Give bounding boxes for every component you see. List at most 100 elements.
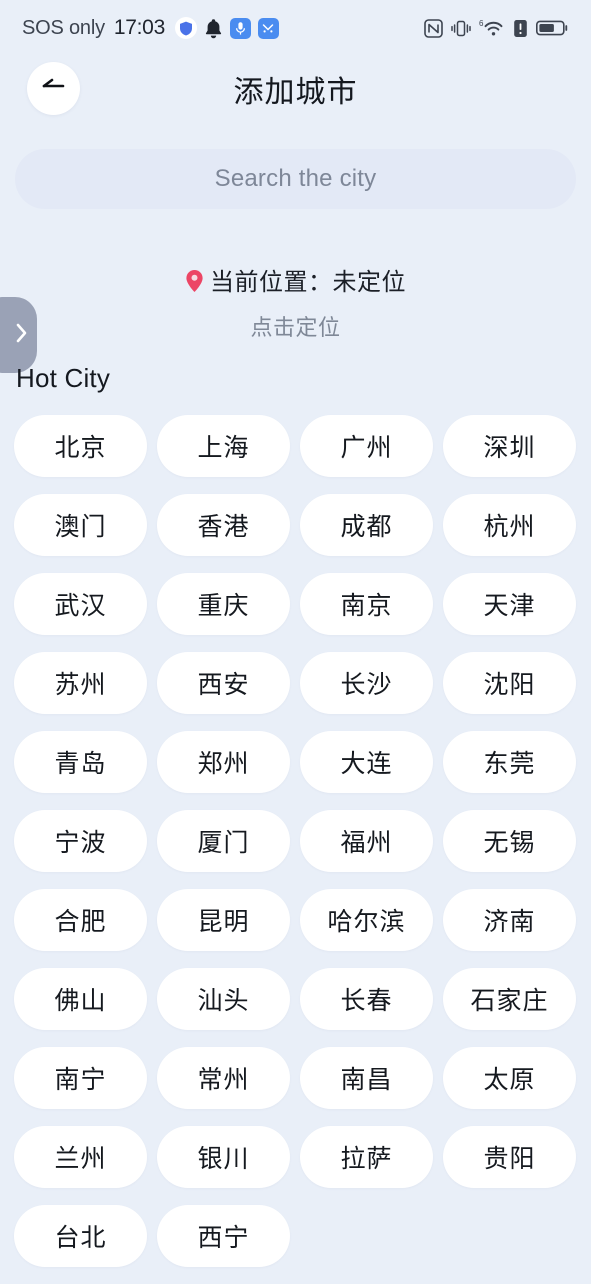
city-chip-label: 东莞 — [483, 750, 536, 778]
city-chip[interactable]: 广州 — [300, 415, 433, 477]
city-chip[interactable]: 银川 — [157, 1126, 290, 1188]
city-chip[interactable]: 哈尔滨 — [300, 889, 433, 951]
city-chip[interactable]: 深圳 — [443, 415, 576, 477]
city-chip-label: 厦门 — [197, 829, 250, 857]
city-chip[interactable]: 郑州 — [157, 731, 290, 793]
city-chip-label: 南宁 — [54, 1066, 107, 1094]
city-chip[interactable]: 福州 — [300, 810, 433, 872]
city-chip-label: 天津 — [483, 592, 536, 620]
shield-icon — [174, 17, 197, 39]
city-chip[interactable]: 拉萨 — [300, 1126, 433, 1188]
city-chip-label: 广州 — [340, 434, 393, 462]
city-chip[interactable]: 东莞 — [443, 731, 576, 793]
sim-alert-icon — [513, 19, 528, 38]
city-chip[interactable]: 昆明 — [157, 889, 290, 951]
search-placeholder: Search the city — [214, 165, 377, 192]
city-chip[interactable]: 成都 — [300, 494, 433, 556]
city-chip[interactable]: 北京 — [14, 415, 147, 477]
city-chip[interactable]: 重庆 — [157, 573, 290, 635]
city-chip[interactable]: 常州 — [157, 1047, 290, 1109]
carrier-label: SOS only — [22, 16, 105, 39]
nfc-icon — [424, 18, 443, 38]
city-chip-label: 南京 — [340, 592, 393, 620]
status-bar: SOS only 17:03 6 — [0, 0, 591, 56]
hot-city-heading: Hot City — [16, 363, 111, 393]
city-chip-label: 长春 — [340, 987, 393, 1015]
city-chip[interactable]: 无锡 — [443, 810, 576, 872]
map-pin-icon — [185, 269, 204, 293]
city-chip[interactable]: 大连 — [300, 731, 433, 793]
city-chip-label: 兰州 — [54, 1145, 107, 1173]
city-chip-label: 太原 — [483, 1066, 536, 1094]
city-chip[interactable]: 西宁 — [157, 1205, 290, 1267]
city-chip-label: 武汉 — [54, 592, 107, 620]
locate-link[interactable]: 点击定位 — [0, 310, 591, 342]
back-button[interactable] — [27, 62, 80, 115]
city-chip-label: 宁波 — [54, 829, 107, 857]
app-header: 添加城市 — [0, 56, 591, 130]
city-chip[interactable]: 苏州 — [14, 652, 147, 714]
microphone-icon — [229, 17, 251, 39]
city-chip[interactable]: 沈阳 — [443, 652, 576, 714]
city-chip-label: 香港 — [197, 513, 250, 541]
city-chip-label: 佛山 — [54, 987, 107, 1015]
city-chip[interactable]: 厦门 — [157, 810, 290, 872]
city-chip-label: 重庆 — [197, 592, 250, 620]
city-chip[interactable]: 香港 — [157, 494, 290, 556]
city-chip[interactable]: 杭州 — [443, 494, 576, 556]
side-drawer-handle[interactable] — [0, 297, 37, 373]
city-chip[interactable]: 合肥 — [14, 889, 147, 951]
city-chip-label: 台北 — [54, 1224, 107, 1252]
city-chip-label: 拉萨 — [340, 1145, 393, 1173]
city-chip-label: 福州 — [340, 829, 393, 857]
city-chip-label: 西宁 — [197, 1224, 250, 1252]
city-chip-label: 杭州 — [483, 513, 536, 541]
city-chip[interactable]: 武汉 — [14, 573, 147, 635]
city-chip-label: 成都 — [340, 513, 393, 541]
current-location-label: 当前位置：未定位 — [210, 269, 406, 296]
city-chip[interactable]: 上海 — [157, 415, 290, 477]
city-chip-label: 深圳 — [483, 434, 536, 462]
search-input[interactable]: Search the city — [15, 149, 576, 209]
city-chip[interactable]: 澳门 — [14, 494, 147, 556]
city-chip-label: 济南 — [483, 908, 536, 936]
city-chip-label: 昆明 — [197, 908, 250, 936]
bell-icon — [204, 18, 223, 39]
city-chip[interactable]: 兰州 — [14, 1126, 147, 1188]
city-chip[interactable]: 南昌 — [300, 1047, 433, 1109]
hot-city-grid: 北京 上海 广州 深圳澳门 香港 成都 杭州武汉 重庆 南京 天津苏州 西安 长沙 沈阳青岛 郑州 大连 东莞… — [14, 415, 591, 1284]
city-chip[interactable]: 天津 — [443, 573, 576, 635]
city-chip[interactable]: 汕头 — [157, 968, 290, 1030]
city-chip[interactable]: 济南 — [443, 889, 576, 951]
city-chip-label: 贵阳 — [483, 1145, 536, 1173]
city-chip-label: 上海 — [197, 434, 250, 462]
city-chip-label: 澳门 — [54, 513, 107, 541]
city-chip[interactable]: 青岛 — [14, 731, 147, 793]
city-chip[interactable]: 宁波 — [14, 810, 147, 872]
city-chip[interactable]: 南京 — [300, 573, 433, 635]
chevron-right-icon — [15, 322, 28, 349]
city-chip[interactable]: 长沙 — [300, 652, 433, 714]
vibrate-icon — [451, 19, 471, 38]
city-chip[interactable]: 太原 — [443, 1047, 576, 1109]
city-chip-label: 大连 — [340, 750, 393, 778]
city-chip[interactable]: 贵阳 — [443, 1126, 576, 1188]
status-bar-right: 6 — [424, 18, 569, 38]
page-title: 添加城市 — [233, 76, 358, 109]
status-bar-left: SOS only 17:03 — [22, 16, 279, 40]
city-chip-label: 北京 — [54, 434, 107, 462]
city-chip[interactable]: 长春 — [300, 968, 433, 1030]
city-chip-label: 郑州 — [197, 750, 250, 778]
city-chip[interactable]: 佛山 — [14, 968, 147, 1030]
battery-icon — [536, 19, 569, 37]
city-chip[interactable]: 南宁 — [14, 1047, 147, 1109]
app-icon — [257, 17, 279, 39]
city-chip[interactable]: 台北 — [14, 1205, 147, 1267]
city-chip-label: 石家庄 — [470, 987, 549, 1015]
back-arrow-icon — [41, 77, 67, 100]
city-chip-label: 无锡 — [483, 829, 536, 857]
city-chip-label: 长沙 — [340, 671, 393, 699]
clock-label: 17:03 — [113, 16, 165, 39]
city-chip[interactable]: 石家庄 — [443, 968, 576, 1030]
city-chip[interactable]: 西安 — [157, 652, 290, 714]
